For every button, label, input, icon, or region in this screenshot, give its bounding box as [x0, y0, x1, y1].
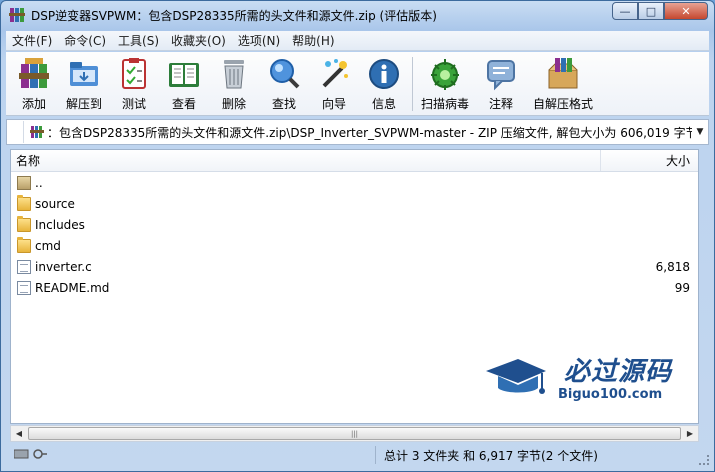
file-name: README.md [35, 280, 110, 295]
status-text: 总计 3 文件夹 和 6,917 字节(2 个文件) [384, 448, 598, 463]
document-icon [17, 259, 31, 274]
test-icon [116, 56, 152, 92]
file-row-updir[interactable]: .. [11, 172, 698, 193]
file-row-inverter-c[interactable]: inverter.c 6,818 [11, 256, 698, 277]
file-name: Includes [35, 217, 85, 232]
address-path: ：包含DSP28335所需的头文件和源文件.zip\DSP_Inverter_S… [47, 125, 692, 140]
add-button[interactable]: 添加 [16, 52, 52, 112]
file-name: source [35, 196, 75, 211]
folder-icon [17, 194, 31, 211]
comment-icon [483, 56, 519, 92]
virus-scan-icon [427, 56, 463, 92]
delete-label: 删除 [222, 97, 247, 111]
file-name: cmd [35, 238, 61, 253]
find-button[interactable]: 查找 [266, 52, 302, 112]
wizard-wand-icon [316, 56, 352, 92]
file-size: 99 [674, 280, 690, 295]
view-button[interactable]: 查看 [166, 52, 202, 112]
comment-label: 注释 [489, 97, 514, 111]
graduation-cap-icon [484, 355, 548, 401]
menu-commands[interactable]: 命令(C) [58, 32, 112, 49]
trash-icon [216, 56, 252, 92]
winrar-icon [9, 7, 25, 23]
view-book-icon [166, 56, 202, 92]
watermark-subtitle: Biguo100.com [558, 387, 663, 402]
add-label: 添加 [21, 97, 46, 111]
virus-scan-label: 扫描病毒 [421, 97, 470, 111]
extract-to-button[interactable]: 解压到 [66, 52, 102, 112]
watermark-logo: 必过源码 Biguo100.com [484, 351, 689, 411]
virus-scan-button[interactable]: 扫描病毒 [421, 52, 469, 112]
minimize-button[interactable]: — [612, 2, 638, 20]
resize-grip[interactable] [699, 455, 709, 465]
address-dropdown-icon[interactable]: ▼ [692, 127, 708, 137]
menu-options[interactable]: 选项(N) [232, 32, 286, 49]
app-window: DSP逆变器SVPWM：包含DSP28335所需的头文件和源文件.zip (评估… [0, 0, 715, 472]
file-row-cmd[interactable]: cmd [11, 235, 698, 256]
info-label: 信息 [372, 97, 397, 111]
info-button[interactable]: 信息 [366, 52, 402, 112]
archive-icon [30, 125, 44, 139]
wizard-label: 向导 [322, 97, 347, 111]
view-label: 查看 [172, 97, 197, 111]
status-left-panel [6, 446, 376, 464]
file-name: inverter.c [35, 259, 92, 274]
extract-to-icon [66, 56, 102, 92]
horizontal-scrollbar[interactable]: ◀ ||| ▶ [10, 425, 699, 442]
watermark-title: 必过源码 [564, 357, 673, 387]
delete-button[interactable]: 删除 [216, 52, 252, 112]
test-label: 测试 [122, 97, 147, 111]
address-bar[interactable]: ：包含DSP28335所需的头文件和源文件.zip\DSP_Inverter_S… [6, 119, 709, 145]
menu-bar: 文件(F) 命令(C) 工具(S) 收藏夹(O) 选项(N) 帮助(H) [6, 31, 709, 51]
file-size: 6,818 [655, 259, 690, 274]
drive-icon [13, 448, 48, 463]
file-name: .. [35, 175, 43, 190]
file-row-includes[interactable]: Includes [11, 214, 698, 235]
up-folder-button[interactable] [10, 121, 24, 143]
info-icon [366, 56, 402, 92]
document-icon [17, 280, 31, 295]
file-list-header: 名称 大小 [11, 150, 698, 172]
window-title: DSP逆变器SVPWM：包含DSP28335所需的头文件和源文件.zip (评估… [31, 8, 437, 23]
scroll-thumb[interactable]: ||| [28, 427, 681, 440]
test-button[interactable]: 测试 [116, 52, 152, 112]
sfx-box-icon [545, 56, 581, 92]
status-bar: 总计 3 文件夹 和 6,917 字节(2 个文件) [6, 445, 709, 465]
find-magnifier-icon [266, 56, 302, 92]
maximize-button[interactable]: □ [638, 2, 664, 20]
menu-favorites[interactable]: 收藏夹(O) [165, 32, 232, 49]
scroll-right-icon[interactable]: ▶ [682, 426, 698, 441]
column-name-header[interactable]: 名称 [11, 150, 601, 171]
extract-to-label: 解压到 [66, 97, 103, 111]
menu-tools[interactable]: 工具(S) [112, 32, 165, 49]
menu-file[interactable]: 文件(F) [6, 32, 58, 49]
close-button[interactable]: ✕ [664, 2, 708, 20]
folder-icon [17, 215, 31, 232]
comment-button[interactable]: 注释 [483, 52, 519, 112]
sfx-label: 自解压格式 [533, 97, 594, 111]
scroll-left-icon[interactable]: ◀ [11, 426, 27, 441]
toolbar: 添加 解压到 测试 查看 删除 查找 向导 信息 扫描病毒 注释 自解压格式 [6, 52, 709, 116]
parent-folder-icon [17, 175, 31, 190]
folder-icon [17, 236, 31, 253]
find-label: 查找 [272, 97, 297, 111]
file-row-readme[interactable]: README.md 99 [11, 277, 698, 298]
add-archive-icon [16, 56, 52, 92]
wizard-button[interactable]: 向导 [316, 52, 352, 112]
file-row-source[interactable]: source [11, 193, 698, 214]
title-bar[interactable]: DSP逆变器SVPWM：包含DSP28335所需的头文件和源文件.zip (评估… [1, 1, 714, 29]
column-size-header[interactable]: 大小 [601, 150, 698, 171]
sfx-button[interactable]: 自解压格式 [533, 52, 593, 112]
menu-help[interactable]: 帮助(H) [286, 32, 340, 49]
toolbar-separator [412, 57, 414, 111]
